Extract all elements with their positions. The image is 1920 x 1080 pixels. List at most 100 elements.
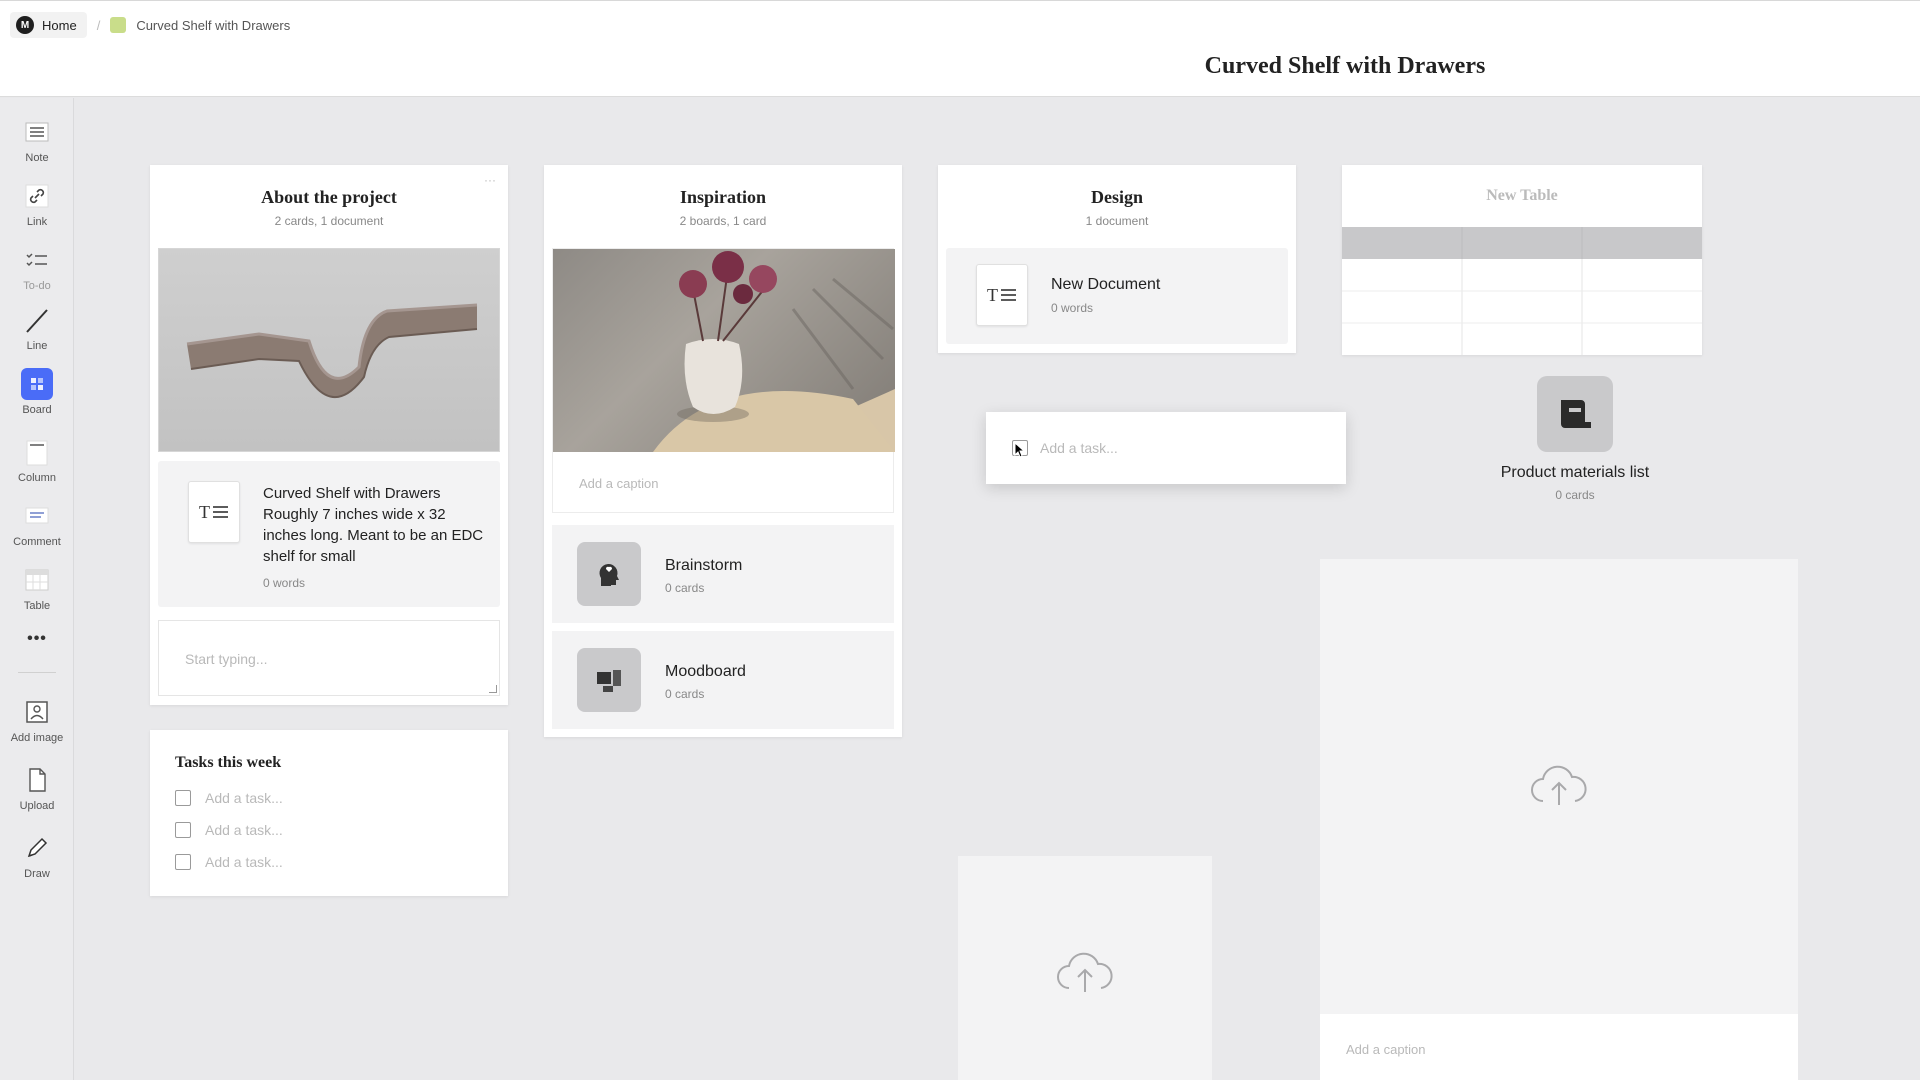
materials-board[interactable]: Product materials list 0 cards — [1470, 376, 1680, 506]
todo-card[interactable]: Tasks this week Add a task... Add a task… — [150, 730, 508, 896]
upload-card-small[interactable] — [958, 856, 1212, 1080]
tool-table[interactable]: Table — [0, 564, 74, 612]
link-icon — [21, 180, 53, 212]
column-design[interactable]: Design 1 document T New Document 0 words — [938, 165, 1296, 353]
tool-label: Comment — [13, 536, 61, 548]
tool-label: Note — [25, 152, 49, 164]
document-title: Curved Shelf with Drawers Roughly 7 inch… — [263, 485, 484, 565]
board-name: Moodboard — [665, 663, 746, 680]
caption-input[interactable]: Add a caption — [579, 476, 659, 491]
document-title: New Document — [1051, 276, 1161, 293]
materials-name: Product materials list — [1500, 464, 1650, 481]
todo-title[interactable]: Tasks this week — [175, 754, 281, 772]
app-logo-icon: M — [16, 16, 34, 34]
tool-label: Upload — [19, 800, 55, 812]
breadcrumb-board-label: Curved Shelf with Drawers — [136, 17, 291, 33]
document-card[interactable]: T Curved Shelf with Drawers Roughly 7 in… — [158, 461, 500, 607]
floating-task-card[interactable]: Add a task... — [986, 412, 1346, 484]
board-moodboard[interactable]: Moodboard 0 cards — [552, 631, 894, 729]
tool-label: Add image — [10, 732, 64, 744]
tool-sidebar: Note Link To-do Line Board Column Commen… — [0, 98, 74, 1080]
column-title[interactable]: About the project — [150, 187, 508, 208]
svg-text:T: T — [987, 285, 998, 305]
image-card[interactable]: Add a caption — [552, 248, 895, 513]
document-icon: T — [976, 264, 1028, 326]
board-card-count: 0 cards — [665, 581, 705, 595]
tool-draw[interactable]: Draw — [0, 832, 74, 880]
board-brainstorm[interactable]: Brainstorm 0 cards — [552, 525, 894, 623]
task-row[interactable]: Add a task... — [175, 822, 283, 838]
vase-image[interactable] — [553, 249, 895, 452]
column-subtitle: 2 cards, 1 document — [274, 214, 384, 228]
column-subtitle: 2 boards, 1 card — [679, 214, 767, 228]
mouse-cursor-icon — [1014, 442, 1026, 458]
cloud-upload-icon — [1057, 952, 1113, 992]
note-input[interactable]: Start typing... — [158, 620, 500, 696]
breadcrumb-board[interactable]: Curved Shelf with Drawers — [110, 17, 290, 33]
column-title[interactable]: Inspiration — [544, 187, 902, 208]
note-icon — [21, 116, 53, 148]
shelf-image[interactable] — [158, 248, 500, 452]
document-word-count: 0 words — [1051, 301, 1094, 315]
cloud-upload-icon — [1531, 765, 1587, 805]
table-icon — [21, 564, 53, 596]
board-icon — [21, 368, 53, 400]
tool-add-image[interactable]: Add image — [0, 696, 74, 744]
task-row[interactable]: Add a task... — [175, 790, 283, 806]
column-subtitle: 1 document — [1085, 214, 1149, 228]
column-inspiration[interactable]: Inspiration 2 boards, 1 card Add a capti… — [544, 165, 902, 737]
upload-icon — [21, 764, 53, 796]
tool-label: Draw — [24, 868, 50, 880]
board-name: Brainstorm — [665, 557, 743, 574]
column-menu-icon[interactable]: ··· — [484, 173, 496, 187]
more-dots-icon: ••• — [27, 630, 47, 647]
brainstorm-icon — [577, 542, 641, 606]
tool-upload[interactable]: Upload — [0, 764, 74, 812]
breadcrumb: M Home / Curved Shelf with Drawers — [10, 11, 290, 39]
todo-icon — [21, 244, 53, 276]
tool-label: Table — [23, 600, 51, 612]
pencil-icon — [21, 832, 53, 864]
task-row[interactable]: Add a task... — [175, 854, 283, 870]
breadcrumb-home[interactable]: M Home — [10, 12, 87, 38]
tool-board[interactable]: Board — [0, 368, 74, 416]
top-bar: M Home / Curved Shelf with Drawers Curve… — [0, 0, 1920, 97]
resize-handle-icon[interactable] — [489, 685, 497, 693]
table-title[interactable]: New Table — [1342, 187, 1702, 205]
more-tools-button[interactable]: ••• — [0, 630, 74, 648]
task-input[interactable]: Add a task... — [205, 822, 283, 838]
task-input[interactable]: Add a task... — [205, 790, 283, 806]
tool-link[interactable]: Link — [0, 180, 74, 228]
column-about-project[interactable]: ··· About the project 2 cards, 1 documen… — [150, 165, 508, 705]
materials-icon — [1537, 376, 1613, 452]
tool-todo[interactable]: To-do — [0, 244, 74, 292]
note-placeholder: Start typing... — [185, 651, 268, 667]
upload-card-large[interactable]: Add a caption — [1320, 559, 1798, 1080]
task-checkbox[interactable] — [175, 790, 191, 806]
tool-label: Line — [26, 340, 48, 352]
tool-comment[interactable]: Comment — [0, 500, 74, 548]
tool-line[interactable]: Line — [0, 304, 74, 352]
tool-column[interactable]: Column — [0, 436, 74, 484]
page-title[interactable]: Curved Shelf with Drawers — [1100, 53, 1590, 80]
task-input[interactable]: Add a task... — [205, 854, 283, 870]
table-card[interactable]: New Table — [1342, 165, 1702, 355]
document-word-count: 0 words — [263, 576, 306, 590]
tool-label: Column — [18, 472, 56, 484]
column-icon — [21, 436, 53, 468]
task-input[interactable]: Add a task... — [1040, 440, 1118, 456]
sidebar-divider — [18, 672, 56, 673]
materials-card-count: 0 cards — [1555, 488, 1595, 502]
svg-text:T: T — [199, 502, 210, 522]
table-grid[interactable] — [1342, 227, 1702, 355]
line-icon — [21, 304, 53, 336]
task-checkbox[interactable] — [175, 854, 191, 870]
caption-input[interactable]: Add a caption — [1346, 1042, 1426, 1057]
column-title[interactable]: Design — [938, 187, 1296, 208]
tool-note[interactable]: Note — [0, 116, 74, 164]
task-checkbox[interactable] — [175, 822, 191, 838]
caption-area[interactable]: Add a caption — [1320, 1014, 1798, 1080]
document-icon: T — [188, 481, 240, 543]
tool-label: To-do — [23, 280, 51, 292]
document-card[interactable]: T New Document 0 words — [946, 248, 1288, 344]
